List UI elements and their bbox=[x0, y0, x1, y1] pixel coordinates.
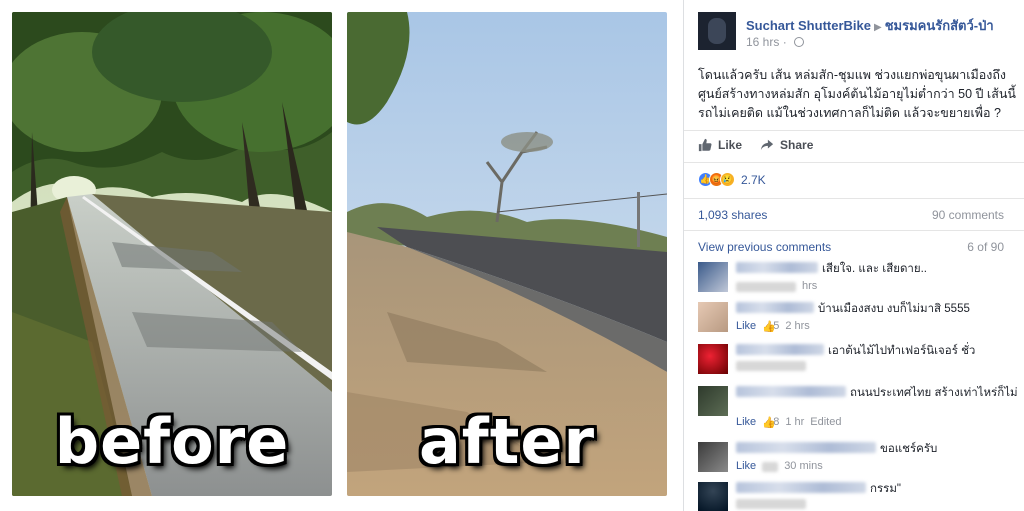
comment-text: บ้านเมืองสงบ งบก็ไม่มาสิ 5555 bbox=[818, 303, 970, 315]
comment-pagination: 6 of 90 bbox=[967, 240, 1004, 254]
after-photo[interactable]: after bbox=[347, 12, 667, 496]
commenter-avatar[interactable] bbox=[698, 442, 728, 472]
before-label: before bbox=[54, 405, 290, 478]
view-previous-comments-link[interactable]: View previous comments bbox=[698, 240, 831, 254]
comment-text: ขอแชร์ครับ bbox=[880, 443, 938, 455]
comment-text: เสียใจ. และ เสียดาย.. bbox=[822, 263, 928, 275]
arrow-right-icon: ▶ bbox=[873, 22, 882, 33]
author-name[interactable]: Suchart ShutterBike bbox=[746, 18, 871, 33]
post-time[interactable]: 16 hrs bbox=[746, 35, 779, 49]
author-line: Suchart ShutterBike ▶ ชมรมคนรักสัตว์-ป่า bbox=[746, 15, 994, 36]
divider bbox=[684, 198, 1024, 199]
author-avatar[interactable] bbox=[698, 12, 736, 50]
divider bbox=[684, 230, 1024, 231]
comment-meta-blurred bbox=[736, 281, 796, 292]
comment-time[interactable]: 2 hrs bbox=[785, 319, 809, 334]
commenter-avatar[interactable] bbox=[698, 302, 728, 332]
commenter-name-blurred[interactable] bbox=[736, 302, 814, 313]
edited-label[interactable]: Edited bbox=[810, 415, 841, 430]
comment-time[interactable]: 30 mins bbox=[784, 459, 823, 474]
comment-like-link[interactable]: Like bbox=[736, 459, 756, 474]
comment-text: เอาต้นไม้ไปทำเฟอร์นิเจอร์ ชั่ว bbox=[828, 345, 976, 357]
comment-time[interactable]: 1 hr bbox=[785, 415, 804, 430]
after-label: after bbox=[418, 405, 596, 478]
share-arrow-icon bbox=[760, 139, 774, 151]
comment-like-count: 👍8 bbox=[762, 416, 780, 429]
thumbs-up-icon bbox=[698, 138, 712, 152]
commenter-avatar[interactable] bbox=[698, 262, 728, 292]
group-name[interactable]: ชมรมคนรักสัตว์-ป่า bbox=[885, 18, 994, 33]
comment-time[interactable]: hrs bbox=[802, 279, 817, 294]
reactions-summary[interactable]: 👍 😡 😢 2.7K bbox=[698, 172, 766, 187]
thumbs-up-icon: 👍 bbox=[762, 321, 776, 333]
commenter-avatar[interactable] bbox=[698, 482, 728, 511]
before-photo[interactable]: before bbox=[12, 12, 332, 496]
commenter-name-blurred[interactable] bbox=[736, 262, 818, 273]
comments-count[interactable]: 90 comments bbox=[932, 208, 1004, 222]
reaction-count: 2.7K bbox=[741, 172, 766, 187]
post-text: โดนแล้วครับ เส้น หล่มสัก-ชุมแพ ช่วงแยกพ่… bbox=[698, 68, 1016, 120]
comment-meta-blurred bbox=[736, 499, 806, 509]
post-meta: 16 hrs · bbox=[746, 35, 805, 49]
commenter-avatar[interactable] bbox=[698, 386, 728, 416]
share-button[interactable]: Share bbox=[760, 138, 813, 152]
comment-text: กรรม" bbox=[870, 483, 901, 495]
globe-icon bbox=[794, 37, 805, 47]
post-panel: Suchart ShutterBike ▶ ชมรมคนรักสัตว์-ป่า 1… bbox=[683, 0, 1024, 511]
commenter-name-blurred[interactable] bbox=[736, 442, 876, 453]
thumbs-up-icon: 👍 bbox=[762, 417, 776, 429]
like-button[interactable]: Like bbox=[698, 138, 742, 152]
comment-meta-blurred bbox=[762, 461, 779, 472]
divider bbox=[684, 162, 1024, 163]
post-counts: 1,093 shares 90 comments bbox=[698, 208, 1004, 222]
photo-stage: before after bbox=[0, 0, 683, 511]
post-actions: Like Share bbox=[698, 138, 813, 152]
post-header: Suchart ShutterBike ▶ ชมรมคนรักสัตว์-ป่า 1… bbox=[698, 12, 1018, 52]
like-label: Like bbox=[718, 138, 743, 152]
commenter-avatar[interactable] bbox=[698, 344, 728, 374]
divider bbox=[684, 130, 1024, 131]
sad-reaction-icon: 😢 bbox=[720, 172, 735, 187]
commenter-name-blurred[interactable] bbox=[736, 344, 824, 355]
comment-like-count: 👍5 bbox=[762, 320, 780, 333]
comment-like-link[interactable]: Like bbox=[736, 415, 756, 430]
comment-like-link[interactable]: Like bbox=[736, 319, 756, 334]
shares-count[interactable]: 1,093 shares bbox=[698, 208, 767, 222]
commenter-name-blurred[interactable] bbox=[736, 386, 846, 397]
comment-meta-blurred bbox=[736, 361, 806, 371]
share-label: Share bbox=[780, 138, 814, 152]
comment-text: ถนนประเทศไทย สร้างเท่าไหร่ก็ไม่ bbox=[850, 387, 1018, 399]
commenter-name-blurred[interactable] bbox=[736, 482, 866, 493]
previous-comments-row: View previous comments 6 of 90 bbox=[698, 240, 1004, 254]
